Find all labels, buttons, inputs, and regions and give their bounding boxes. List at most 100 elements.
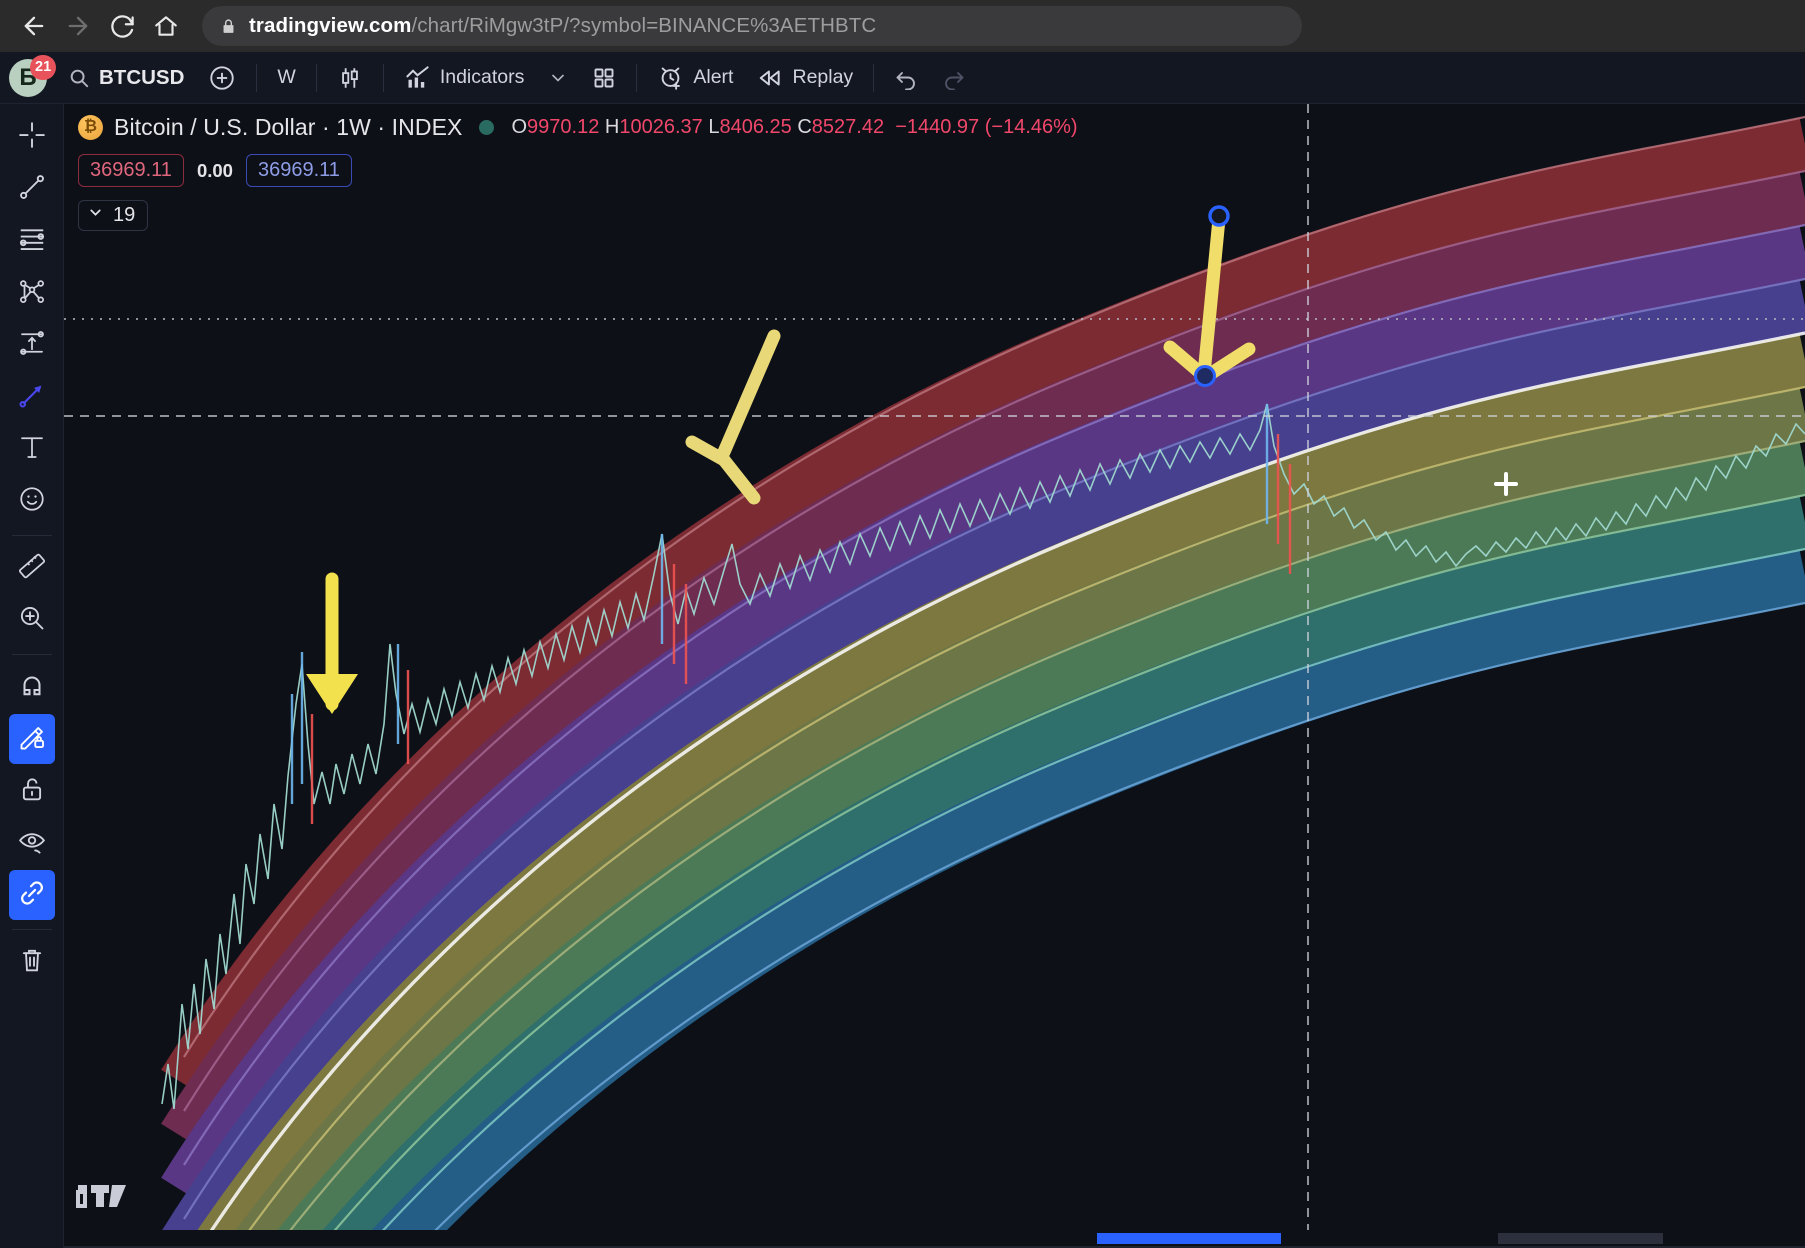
undo-arrow-icon xyxy=(894,66,918,90)
indicator-length-value: 19 xyxy=(113,204,135,227)
home-icon xyxy=(153,13,179,39)
chevron-down-icon xyxy=(548,68,568,88)
layout-templates-button[interactable] xyxy=(580,60,628,96)
arrow-handle-top xyxy=(1210,207,1228,225)
magnet-mode-tool[interactable] xyxy=(9,662,55,712)
stay-in-drawing-mode-tool[interactable] xyxy=(9,714,55,764)
measure-range-tool[interactable] xyxy=(9,320,55,370)
tradingview-chart-page: tradingview.com/chart/RiMgw3tP/?symbol=B… xyxy=(0,0,1805,1248)
toolbar-divider xyxy=(12,929,52,930)
lock-drawings-tool[interactable] xyxy=(9,766,55,816)
grid-layout-icon xyxy=(592,66,616,90)
legend-symbol-title[interactable]: Bitcoin / U.S. Dollar · 1W · INDEX xyxy=(114,114,462,141)
indicator-upper-value[interactable]: 36969.11 xyxy=(78,154,184,187)
alert-button[interactable]: Alert xyxy=(645,60,745,96)
replay-rewind-icon xyxy=(757,65,783,91)
timeline-scrollbar-area[interactable] xyxy=(64,1230,1805,1248)
reload-button[interactable] xyxy=(100,4,144,48)
left-arrow-marker[interactable] xyxy=(306,579,358,714)
alarm-clock-plus-icon xyxy=(657,64,684,91)
back-button[interactable] xyxy=(12,4,56,48)
interval-button[interactable]: W xyxy=(265,60,307,96)
indicator-values-row: 36969.11 0.00 36969.11 xyxy=(78,154,1078,187)
arrow-marker-icon xyxy=(17,380,47,415)
forward-button[interactable] xyxy=(56,4,100,48)
pitchfork-tool[interactable] xyxy=(9,268,55,318)
notification-badge: 21 xyxy=(30,55,56,80)
undo-button[interactable] xyxy=(882,60,930,96)
timeline-scroll-thumb-active[interactable] xyxy=(1097,1233,1281,1244)
text-tool[interactable] xyxy=(9,424,55,474)
crosshair-icon xyxy=(17,120,47,155)
arrow-handle-tip xyxy=(1196,367,1215,386)
lock-icon xyxy=(220,17,237,36)
horizontal-levels-icon xyxy=(17,224,47,259)
trend-line-tool[interactable] xyxy=(9,164,55,214)
ohlc-l-label: L xyxy=(708,116,719,138)
tradingview-watermark[interactable] xyxy=(76,1175,136,1222)
toolbar-divider xyxy=(12,654,52,655)
ohlc-change-pct: (−14.46%) xyxy=(985,116,1078,138)
measure-ruler-tool[interactable] xyxy=(9,543,55,593)
arrow-marker-tool[interactable] xyxy=(9,372,55,422)
cursor-crosshair-tool[interactable] xyxy=(9,112,55,162)
redo-button[interactable] xyxy=(930,60,978,96)
indicators-label: Indicators xyxy=(440,66,525,89)
address-bar[interactable]: tradingview.com/chart/RiMgw3tP/?symbol=B… xyxy=(202,6,1302,46)
chart-type-button[interactable] xyxy=(325,60,375,96)
tradingview-logo xyxy=(76,1175,136,1217)
price-range-icon xyxy=(17,328,47,363)
indicator-middle-value: 0.00 xyxy=(197,160,233,182)
symbol-label: BTCUSD xyxy=(99,66,184,90)
zoom-in-tool[interactable] xyxy=(9,595,55,645)
timeline-scroll-track[interactable] xyxy=(64,1233,1805,1244)
legend-ohlc: O9970.12 H10026.37 L8406.25 C8527.42 −14… xyxy=(511,116,1077,139)
search-icon xyxy=(68,67,90,89)
ohlc-change-abs: −1440.97 xyxy=(895,116,979,138)
toolbar-divider xyxy=(383,64,384,92)
sync-drawings-tool[interactable] xyxy=(9,870,55,920)
market-status-dot xyxy=(479,120,494,135)
secondary-indicator-row: 19 xyxy=(78,200,1078,231)
timeline-scroll-thumb-secondary[interactable] xyxy=(1498,1233,1663,1244)
toolbar-divider xyxy=(636,64,637,92)
remove-drawings-tool[interactable] xyxy=(9,937,55,987)
redo-arrow-icon xyxy=(942,66,966,90)
replay-button[interactable]: Replay xyxy=(745,60,865,96)
emoji-tool[interactable] xyxy=(9,476,55,526)
indicator-lower-value[interactable]: 36969.11 xyxy=(246,154,352,187)
magnifier-plus-icon xyxy=(17,603,47,638)
candlestick-icon xyxy=(337,65,363,91)
ohlc-h-value: 10026.37 xyxy=(619,116,702,138)
toolbar-divider xyxy=(873,64,874,92)
rainbow-bands-group xyxy=(184,117,1805,1248)
user-avatar-button[interactable]: Б 21 xyxy=(0,52,56,104)
indicators-button[interactable]: Indicators xyxy=(392,60,537,96)
middle-arrow-marker[interactable] xyxy=(692,336,774,498)
interval-label: W xyxy=(277,66,295,89)
home-button[interactable] xyxy=(144,4,188,48)
indicators-icon xyxy=(404,64,431,91)
plus-circle-icon xyxy=(208,64,236,92)
replay-label: Replay xyxy=(792,66,853,89)
magnet-icon xyxy=(17,670,47,705)
unlock-padlock-icon xyxy=(17,774,47,809)
chart-canvas[interactable]: ₿ Bitcoin / U.S. Dollar · 1W · INDEX O99… xyxy=(64,104,1805,1248)
add-symbol-button[interactable] xyxy=(196,60,248,96)
indicator-collapse-button[interactable]: 19 xyxy=(78,200,148,231)
link-chain-icon xyxy=(17,878,47,913)
pencil-lock-icon xyxy=(17,722,47,757)
indicators-dropdown-button[interactable] xyxy=(536,60,580,96)
url-host: tradingview.com xyxy=(249,14,412,37)
smiley-face-icon xyxy=(17,484,47,519)
ohlc-o-label: O xyxy=(511,116,527,138)
fib-retracement-tool[interactable] xyxy=(9,216,55,266)
hide-drawings-tool[interactable] xyxy=(9,818,55,868)
toolbar-divider xyxy=(256,64,257,92)
alert-label: Alert xyxy=(693,66,733,89)
eye-slash-icon xyxy=(17,826,47,861)
address-bar-url: tradingview.com/chart/RiMgw3tP/?symbol=B… xyxy=(249,14,876,38)
toolbar-divider xyxy=(12,535,52,536)
symbol-search-button[interactable]: BTCUSD xyxy=(56,60,196,96)
chart-top-toolbar: Б 21 BTCUSD W xyxy=(0,52,1805,104)
